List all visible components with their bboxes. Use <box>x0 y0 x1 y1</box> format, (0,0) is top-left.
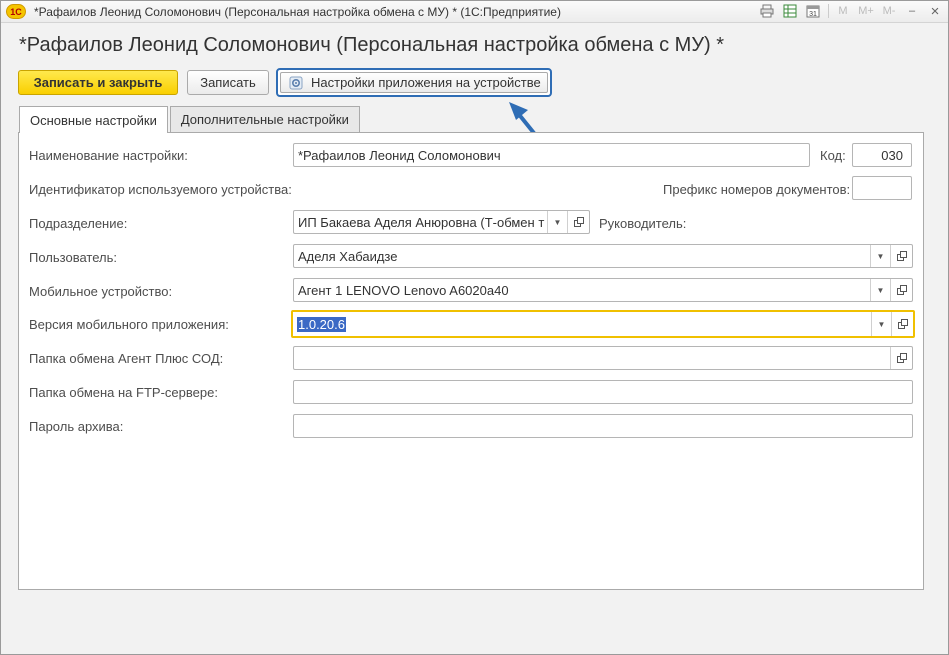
archive-password-label: Пароль архива: <box>29 419 124 434</box>
device-id-label: Идентификатор используемого устройства: <box>29 182 292 197</box>
code-value: 030 <box>881 147 903 163</box>
code-label: Код: <box>820 148 846 163</box>
close-icon[interactable]: × <box>926 3 944 20</box>
open-form-icon[interactable] <box>567 211 589 233</box>
memory-plus-icon[interactable]: M+ <box>857 3 875 19</box>
app-logo: 1С <box>6 4 26 19</box>
chevron-down-icon[interactable]: ▼ <box>871 312 891 336</box>
doc-prefix-label: Префикс номеров документов: <box>663 182 851 197</box>
name-input[interactable]: *Рафаилов Леонид Соломонович <box>293 143 810 167</box>
app-version-value: 1.0.20.6 <box>297 316 346 332</box>
user-label: Пользователь: <box>29 250 117 265</box>
gear-icon <box>289 76 303 89</box>
mobile-device-label: Мобильное устройство: <box>29 284 173 299</box>
window-title: *Рафаилов Леонид Соломонович (Персональн… <box>34 5 561 19</box>
tab-bar: Основные настройки Дополнительные настро… <box>19 106 360 133</box>
open-form-icon[interactable] <box>890 347 912 369</box>
app-settings-button-label: Настройки приложения на устройстве <box>311 75 541 90</box>
chevron-down-icon[interactable]: ▼ <box>870 279 890 301</box>
svg-text:31: 31 <box>809 11 817 18</box>
form-title: *Рафаилов Леонид Соломонович (Персональн… <box>19 34 725 56</box>
print-icon[interactable] <box>758 3 776 19</box>
app-version-value-wrap: 1.0.20.6 <box>297 316 871 332</box>
tab-main-settings[interactable]: Основные настройки <box>19 106 168 133</box>
user-value: Аделя Хабаидзе <box>298 248 398 264</box>
app-settings-button-face[interactable]: Настройки приложения на устройстве <box>280 72 548 93</box>
memory-icon[interactable]: M <box>834 3 852 19</box>
app-version-select[interactable]: 1.0.20.6 ▼ <box>291 310 915 338</box>
manager-label: Руководитель: <box>599 216 687 231</box>
memory-minus-icon[interactable]: M- <box>880 3 898 19</box>
doc-prefix-input[interactable] <box>852 176 912 200</box>
division-select[interactable]: ИП Бакаева Аделя Анюровна (Т-обмен т ▼ <box>293 210 590 234</box>
app-version-label: Версия мобильного приложения: <box>29 317 229 332</box>
mobile-device-select[interactable]: Агент 1 LENOVO Lenovo A6020a40 ▼ <box>293 278 913 302</box>
open-form-icon[interactable] <box>890 245 912 267</box>
user-select[interactable]: Аделя Хабаидзе ▼ <box>293 244 913 268</box>
exchange-folder-input[interactable] <box>293 346 913 370</box>
division-label: Подразделение: <box>29 216 128 231</box>
open-form-icon[interactable] <box>890 279 912 301</box>
code-input[interactable]: 030 <box>852 143 912 167</box>
chevron-down-icon[interactable]: ▼ <box>870 245 890 267</box>
table-icon[interactable] <box>781 3 799 19</box>
app-window: 1С *Рафаилов Леонид Соломонович (Персона… <box>0 0 949 655</box>
calendar-icon[interactable]: 31 <box>804 3 822 19</box>
open-form-icon[interactable] <box>891 312 913 336</box>
exchange-folder-label: Папка обмена Агент Плюс СОД: <box>29 351 224 366</box>
name-label: Наименование настройки: <box>29 148 188 163</box>
chevron-down-icon[interactable]: ▼ <box>547 211 567 233</box>
minimize-icon[interactable]: – <box>903 3 921 19</box>
save-button[interactable]: Записать <box>187 70 269 95</box>
toolbar-separator <box>828 4 829 18</box>
ftp-folder-input[interactable] <box>293 380 913 404</box>
ftp-folder-label: Папка обмена на FTP-сервере: <box>29 385 218 400</box>
title-bar: 1С *Рафаилов Леонид Соломонович (Персона… <box>1 1 948 23</box>
mobile-device-value: Агент 1 LENOVO Lenovo A6020a40 <box>298 282 509 298</box>
archive-password-input[interactable] <box>293 414 913 438</box>
app-settings-button[interactable]: Настройки приложения на устройстве <box>276 68 552 97</box>
save-and-close-button[interactable]: Записать и закрыть <box>18 70 178 95</box>
name-value: *Рафаилов Леонид Соломонович <box>298 147 501 163</box>
title-bar-tools: 31 M M+ M- – × <box>753 3 944 20</box>
tab-additional-settings[interactable]: Дополнительные настройки <box>169 106 360 132</box>
division-value: ИП Бакаева Аделя Анюровна (Т-обмен т <box>298 214 545 230</box>
